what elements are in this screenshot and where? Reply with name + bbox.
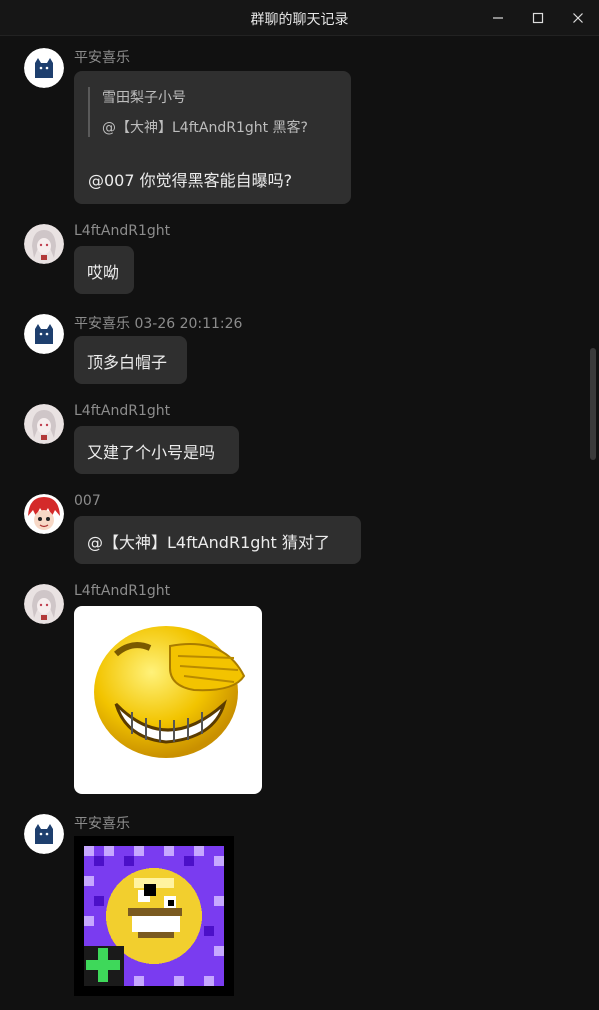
chat-history[interactable]: 平安喜乐 雪田梨子小号 @【大神】L4ftAndR1ght 黑客? @007 你… (0, 36, 599, 1010)
message-text: 哎呦 (87, 263, 120, 282)
sender-name: L4ftAndR1ght (74, 223, 171, 239)
minimize-icon (493, 17, 503, 19)
message-bubble[interactable]: 哎呦 (74, 246, 134, 294)
message-bubble[interactable]: 雪田梨子小号 @【大神】L4ftAndR1ght 黑客? @007 你觉得黑客能… (74, 71, 351, 204)
anime-girl-avatar[interactable] (24, 404, 64, 444)
scrollbar-thumb[interactable] (590, 348, 596, 460)
laughing-face-sticker[interactable] (74, 606, 262, 794)
close-icon (573, 13, 583, 23)
message-bubble[interactable]: 又建了个小号是吗 (74, 426, 239, 474)
maximize-icon (532, 12, 544, 24)
sender-name: 007 (74, 493, 101, 509)
close-button[interactable] (558, 0, 598, 36)
cat-avatar[interactable] (24, 814, 64, 854)
sender-name: 平安喜乐 (74, 816, 130, 832)
cat-avatar[interactable] (24, 48, 64, 88)
minimize-button[interactable] (478, 0, 518, 36)
message-text: 顶多白帽子 (87, 353, 168, 372)
pixel-smiley-sticker[interactable] (74, 836, 234, 996)
anime-girl-avatar[interactable] (24, 584, 64, 624)
title-bar: 群聊的聊天记录 (0, 0, 599, 36)
message-timestamp: 03-26 20:11:26 (134, 316, 243, 332)
quoted-author: 雪田梨子小号 (102, 90, 186, 106)
maximize-button[interactable] (518, 0, 558, 36)
quoted-reply[interactable]: 雪田梨子小号 @【大神】L4ftAndR1ght 黑客? (88, 87, 308, 137)
red-hair-avatar[interactable] (24, 494, 64, 534)
message-text: @007 你觉得黑客能自曝吗? (88, 171, 293, 190)
sender-name: 平安喜乐 (74, 50, 130, 66)
sender-name: L4ftAndR1ght (74, 403, 171, 419)
message-bubble[interactable]: 顶多白帽子 (74, 336, 187, 384)
message-text: @【大神】L4ftAndR1ght 猜对了 (87, 533, 330, 552)
cat-avatar[interactable] (24, 314, 64, 354)
anime-girl-avatar[interactable] (24, 224, 64, 264)
quoted-text: @【大神】L4ftAndR1ght 黑客? (102, 120, 308, 136)
sender-name: 平安喜乐 03-26 20:11:26 (74, 316, 243, 332)
sender-name: L4ftAndR1ght (74, 583, 171, 599)
message-text: 又建了个小号是吗 (87, 443, 216, 462)
message-bubble[interactable]: @【大神】L4ftAndR1ght 猜对了 (74, 516, 361, 564)
